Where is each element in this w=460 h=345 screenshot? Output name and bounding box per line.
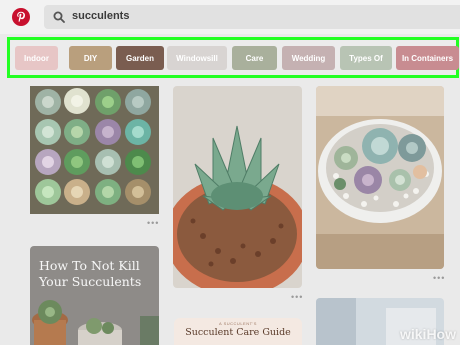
pin-care-guide-title: Succulent Care Guide [185,327,291,338]
guided-search-chips: Indoor DIY Garden Windowsill Care Weddin… [7,37,459,78]
pin-haworthia[interactable] [173,86,302,288]
search-input[interactable]: succulents [72,10,129,22]
pinterest-logo-icon[interactable] [12,8,30,26]
pin-more-button[interactable]: ••• [433,273,445,283]
wikihow-watermark: wikiHow [400,326,456,342]
pin-succulent-bowl[interactable] [316,86,444,269]
pin-succulent-grid[interactable] [30,86,159,214]
chip-wedding[interactable]: Wedding [282,46,335,70]
search-bar[interactable]: succulents [44,5,460,29]
chip-diy[interactable]: DIY [69,46,112,70]
pin-care-guide[interactable]: A SUCCULENT'S Succulent Care Guide [174,318,302,345]
search-icon [53,11,65,23]
pin-more-button[interactable]: ••• [147,218,159,228]
top-bar: succulents [0,0,460,34]
chip-garden[interactable]: Garden [116,46,164,70]
pin-more-button[interactable]: ••• [291,292,303,302]
chip-windowsill[interactable]: Windowsill [167,46,227,70]
pin-title-line: Your Succulents [39,274,142,289]
pin-care-guide-kicker: A SUCCULENT'S [219,321,257,326]
chip-types-of[interactable]: Types Of [340,46,392,70]
chip-care[interactable]: Care [232,46,277,70]
chip-indoor[interactable]: Indoor [15,46,58,70]
pin-kill-guide[interactable]: How To Not Kill Your Succulents [30,246,159,345]
wikihow-how: How [426,326,456,342]
chip-in-containers[interactable]: In Containers [396,46,459,70]
pin-title-line: How To Not Kill [39,258,140,273]
wikihow-wiki: wiki [399,326,427,342]
